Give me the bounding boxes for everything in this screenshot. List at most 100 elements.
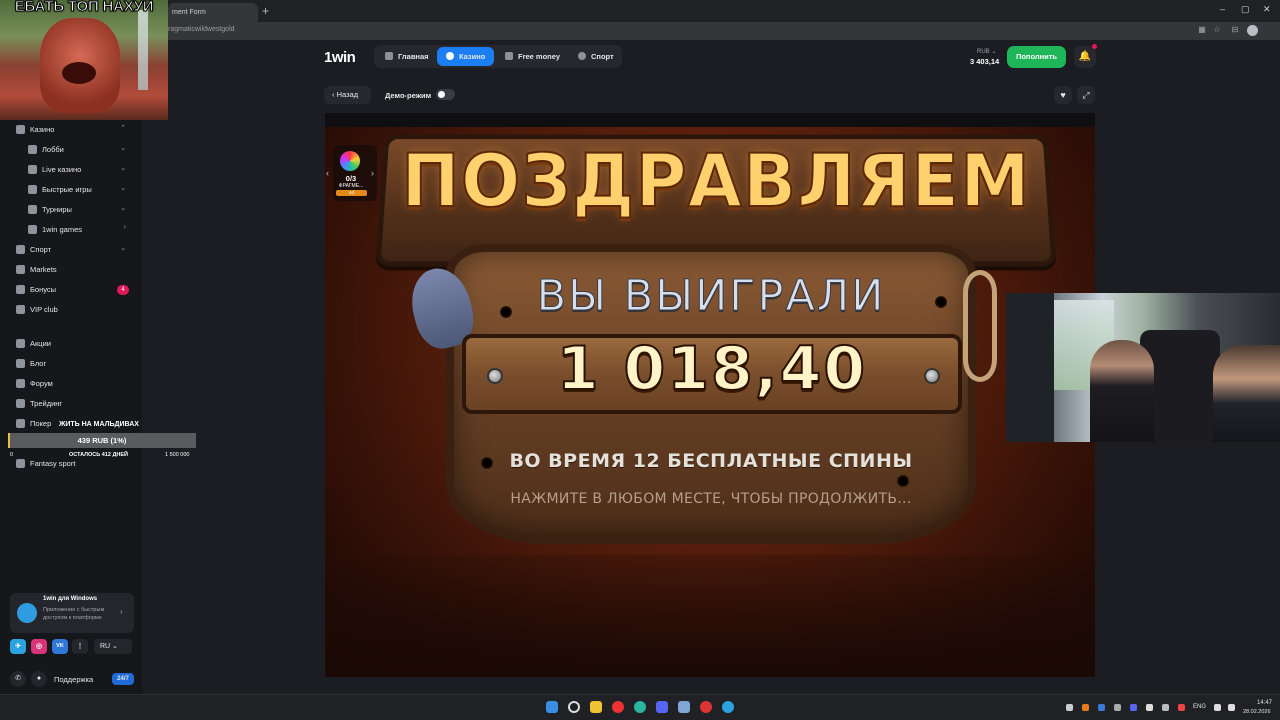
casino-chip-icon	[446, 52, 454, 60]
fantasy-sport-icon	[16, 459, 25, 468]
currency-selector[interactable]: RUB ⌄	[977, 48, 996, 55]
chevron-icon[interactable]: ⌄	[120, 144, 126, 152]
chevron-right-icon[interactable]: ›	[371, 168, 374, 178]
sidebar-item-sport[interactable]: Спорт ⌄	[0, 240, 142, 260]
keyboard-language[interactable]: ENG	[1193, 704, 1206, 710]
sidebar-item-blog[interactable]: Блог	[0, 354, 142, 374]
brand-logo[interactable]: 1win	[324, 49, 356, 66]
sidebar-item-bonuses[interactable]: Бонусы 4	[0, 280, 142, 300]
sidebar-item-fast-games[interactable]: Быстрые игры ⌄	[0, 180, 142, 200]
sidebar-item-label: Турниры	[42, 205, 72, 214]
deposit-button[interactable]: Пополнить	[1007, 46, 1066, 68]
donation-start-value: 0	[10, 452, 14, 458]
back-button[interactable]: ‹ Назад	[324, 86, 371, 104]
sidebar-item-forum[interactable]: Форум	[0, 374, 142, 394]
instagram-icon[interactable]: ◎	[31, 639, 47, 654]
sidebar-item-label: Форум	[30, 379, 53, 388]
nav-tab-label: Главная	[398, 52, 429, 61]
sidebar-item-vip-club[interactable]: VIP club	[0, 300, 142, 320]
game-bottom-shade	[325, 555, 1095, 677]
tray-app-icon[interactable]	[1162, 704, 1169, 711]
home-icon	[385, 52, 393, 60]
maximize-button[interactable]: ▢	[1241, 4, 1250, 15]
bonuses-icon	[16, 285, 25, 294]
file-explorer-icon[interactable]	[590, 701, 602, 713]
tray-app-icon[interactable]	[1114, 704, 1121, 711]
sidebar-item-promotions[interactable]: Акции	[0, 334, 142, 354]
sidebar-item-label: Казино	[30, 125, 55, 134]
new-tab-button[interactable]: +	[262, 4, 269, 18]
opera-icon[interactable]	[700, 701, 712, 713]
microphone-icon[interactable]	[1178, 704, 1185, 711]
casino-icon	[16, 125, 25, 134]
chevron-icon[interactable]: ⌄	[120, 184, 126, 192]
chevron-icon[interactable]: ⌄	[120, 204, 126, 212]
nav-tab-free-money[interactable]: Free money	[498, 47, 568, 66]
heart-icon[interactable]: ♥	[1054, 86, 1072, 104]
tray-app-icon[interactable]	[1082, 704, 1089, 711]
clock-date[interactable]: 28.02.2026	[1243, 709, 1271, 715]
yandex-browser-icon[interactable]	[612, 701, 624, 713]
sidebar-item-markets[interactable]: Markets	[0, 260, 142, 280]
sidebar-item-trading[interactable]: Трейдинг	[0, 394, 142, 414]
nav-tab-sport[interactable]: Спорт	[571, 47, 620, 66]
sidebar-item-casino[interactable]: Казино ⌃	[0, 120, 142, 140]
telegram-icon[interactable]: ✈	[10, 639, 26, 654]
search-icon[interactable]	[568, 701, 580, 713]
extensions-icon[interactable]: ▦	[1197, 25, 1207, 35]
continue-prompt[interactable]: НАЖМИТЕ В ЛЮБОМ МЕСТЕ, ЧТОБЫ ПРОДОЛЖИТЬ.…	[446, 491, 976, 507]
chevron-icon[interactable]: ⌄	[120, 164, 126, 172]
bullet-hole	[897, 475, 909, 487]
phone-icon[interactable]: ✆	[10, 671, 26, 687]
sidebar-item-lobby[interactable]: Лобби ⌄	[0, 140, 142, 160]
tray-chevron-icon[interactable]	[1066, 704, 1073, 711]
profile-avatar[interactable]	[1247, 25, 1258, 36]
chevron-icon[interactable]: ⌃	[120, 124, 126, 132]
chevron-left-icon[interactable]: ‹	[326, 168, 329, 178]
nav-tab-label: Free money	[518, 52, 561, 61]
vk-icon[interactable]: VK	[52, 639, 68, 654]
chat-icon[interactable]: ●	[31, 671, 47, 687]
discord-icon[interactable]	[656, 701, 668, 713]
webcam-wall	[1006, 293, 1054, 442]
fragments-label: ФРАГМЕ...	[338, 183, 364, 189]
edge-icon[interactable]	[634, 701, 646, 713]
nav-tab-home[interactable]: Главная	[377, 47, 434, 66]
close-window-button[interactable]: ✕	[1263, 4, 1271, 15]
bullet-hole	[500, 306, 512, 318]
support-label[interactable]: Поддержка	[54, 675, 93, 684]
tray-app-icon[interactable]	[1098, 704, 1105, 711]
fullscreen-icon[interactable]: ⤢	[1077, 86, 1095, 104]
app-icon[interactable]	[678, 701, 690, 713]
nav-tab-casino[interactable]: Казино	[437, 47, 494, 66]
windows-start-icon[interactable]	[546, 701, 558, 713]
chevron-icon[interactable]: ⌄	[120, 244, 126, 252]
sidebar-item-label: Fantasy sport	[30, 459, 76, 468]
sidebar-item-tournaments[interactable]: Турниры ⌄	[0, 200, 142, 220]
chevron-right-icon: ›	[120, 607, 123, 616]
volume-icon[interactable]	[1228, 704, 1235, 711]
tray-app-icon[interactable]	[1130, 704, 1137, 711]
bolt-right	[924, 368, 940, 384]
url-text[interactable]: ragmaticwildwestgold	[168, 26, 235, 33]
sidebar-item-1win-games[interactable]: 1win games ›	[0, 220, 142, 240]
tray-app-icon[interactable]	[1146, 704, 1153, 711]
network-icon[interactable]	[1214, 704, 1221, 711]
vip-club-icon	[16, 305, 25, 314]
sidebar-item-label: Спорт	[30, 245, 52, 254]
browser-menu-icon[interactable]: ⊟	[1230, 25, 1240, 35]
webcam-person	[1213, 345, 1280, 442]
bullet-hole	[935, 296, 947, 308]
chevron-icon[interactable]: ›	[124, 224, 126, 231]
sidebar-item-live-casino[interactable]: Live казино ⌄	[0, 160, 142, 180]
bookmark-star-icon[interactable]: ☆	[1212, 25, 1222, 35]
browser-tab[interactable]: ment Form	[168, 3, 258, 22]
minimize-button[interactable]: –	[1220, 4, 1225, 14]
sidebar-item-label: Блог	[30, 359, 47, 368]
telegram-taskbar-icon[interactable]	[722, 701, 734, 713]
language-select[interactable]: RU ⌄	[94, 639, 132, 654]
webcam-person	[1090, 340, 1154, 442]
clock-time[interactable]: 14:47	[1257, 700, 1272, 706]
more-icon[interactable]: ⋮	[72, 639, 88, 654]
bell-icon[interactable]: 🔔	[1074, 46, 1096, 68]
